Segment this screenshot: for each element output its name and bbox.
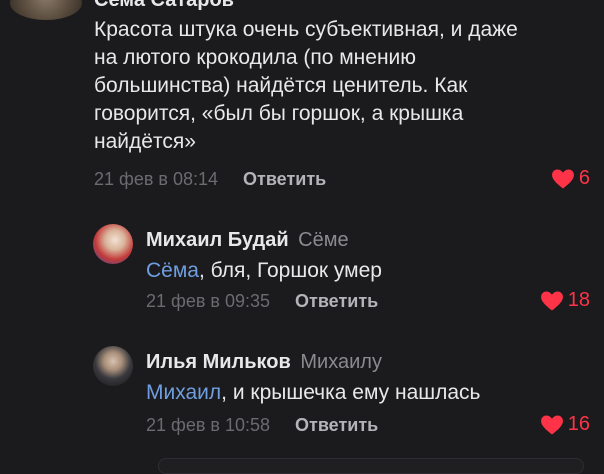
comment-author-line: Сема Сатаров (94, 0, 234, 12)
comment-author-line: Илья Мильков Михаилу (146, 351, 382, 374)
avatar[interactable] (93, 346, 133, 386)
avatar[interactable] (10, 0, 82, 20)
like-count: 6 (578, 167, 590, 189)
comment-meta: 21 фев в 10:58 Ответить (146, 415, 378, 436)
like-button[interactable]: 6 (551, 167, 590, 190)
avatar[interactable] (93, 224, 133, 264)
comment-text: Сёма, бля, Горшок умер (146, 257, 382, 285)
reply-to-label[interactable]: Михаилу (300, 351, 382, 373)
comment-meta: 21 фев в 09:35 Ответить (146, 291, 378, 312)
reply-button[interactable]: Ответить (295, 291, 378, 311)
comment-input-field[interactable] (158, 458, 584, 474)
like-button[interactable]: 16 (540, 413, 590, 436)
timestamp: 21 фев в 08:14 (94, 169, 219, 189)
comment-author-line: Михаил Будай Сёме (146, 229, 349, 252)
comment-text: Михаил, и крышечка ему нашлась (146, 379, 480, 407)
timestamp: 21 фев в 10:58 (146, 415, 271, 435)
comment-meta: 21 фев в 08:14 Ответить (94, 169, 326, 190)
heart-icon (540, 414, 564, 435)
timestamp: 21 фев в 09:35 (146, 291, 271, 311)
heart-icon (540, 290, 564, 311)
author-name[interactable]: Илья Мильков (146, 351, 291, 373)
comment-text-content: Красота штука очень субъективная, и даже… (94, 18, 518, 153)
comment-text-content: , бля, Горшок умер (198, 259, 382, 282)
like-button[interactable]: 18 (540, 289, 590, 312)
like-count: 16 (567, 413, 590, 435)
reply-button[interactable]: Ответить (295, 415, 378, 435)
mention-link[interactable]: Михаил (146, 381, 221, 404)
author-name[interactable]: Михаил Будай (146, 229, 289, 251)
reply-to-label[interactable]: Сёме (298, 229, 348, 251)
author-name[interactable]: Сема Сатаров (94, 0, 234, 11)
like-count: 18 (567, 289, 590, 311)
heart-icon (551, 168, 575, 189)
mention-link[interactable]: Сёма (146, 259, 199, 282)
comment-text: Красота штука очень субъективная, и даже… (94, 16, 534, 156)
comment-text-content: , и крышечка ему нашлась (221, 381, 481, 404)
reply-button[interactable]: Ответить (243, 169, 326, 189)
